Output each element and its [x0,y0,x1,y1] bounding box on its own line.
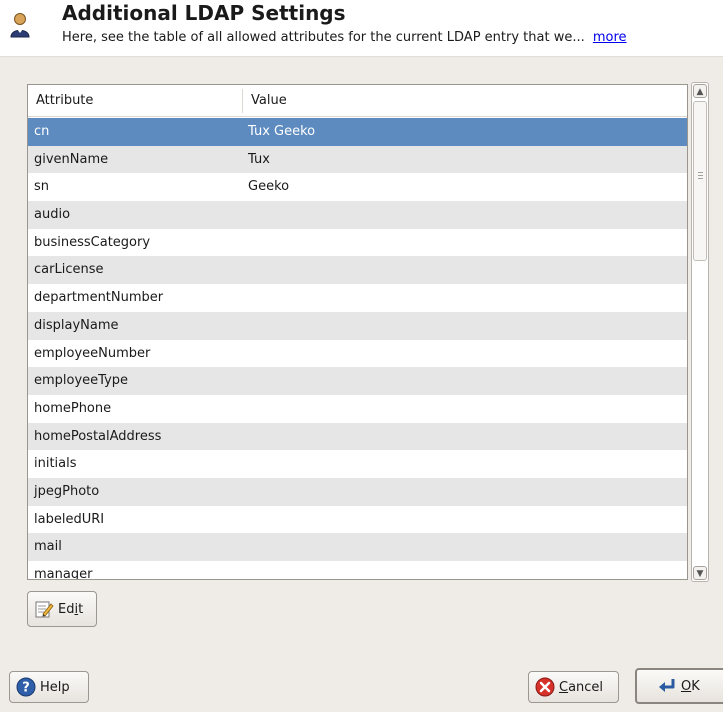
scroll-up-button[interactable]: ▲ [693,84,707,98]
cell-attribute: homePostalAddress [34,428,162,444]
subtitle-text: Here, see the table of all allowed attri… [62,30,585,45]
edit-button[interactable]: Edit [27,591,97,627]
page-title: Additional LDAP Settings [62,1,346,25]
ok-label-mnemonic: O [681,678,692,694]
cell-attribute: displayName [34,317,119,333]
grip-icon [698,172,703,173]
scroll-down-button[interactable]: ▼ [693,566,707,580]
help-button-label: Help [40,679,70,695]
cell-attribute: sn [34,179,50,195]
help-icon: ? [16,677,36,697]
user-icon [9,12,31,38]
ok-return-icon [657,676,677,696]
page-subtitle: Here, see the table of all allowed attri… [62,30,627,45]
table-row[interactable]: carLicense [28,256,687,285]
table-row[interactable]: manager [28,561,687,580]
cancel-button[interactable]: Cancel [528,671,619,703]
attribute-table[interactable]: Attribute Value cn Tux Geeko givenName Tux s… [27,84,688,580]
vertical-scrollbar[interactable]: ▲ ▼ [691,82,709,582]
cancel-button-label: Cancel [559,680,603,695]
more-link[interactable]: more [593,30,627,45]
table-row[interactable]: labeledURI [28,505,687,534]
table-row[interactable]: mail [28,533,687,561]
table-row[interactable]: businessCategory [28,228,687,257]
table-row[interactable]: jpegPhoto [28,477,687,506]
cell-attribute: initials [34,456,77,472]
dialog-header: Additional LDAP Settings Here, see the t… [0,0,723,57]
cell-attribute: cn [34,124,50,139]
table-row[interactable]: cn Tux Geeko [28,118,687,146]
cell-attribute: businessCategory [34,234,151,250]
table-row[interactable]: departmentNumber [28,284,687,312]
table-row[interactable]: audio [28,201,687,229]
cell-attribute: carLicense [34,262,104,278]
edit-label-post: t [78,601,84,617]
cell-attribute: jpegPhoto [34,483,100,499]
table-body: cn Tux Geeko givenName Tux sn Geeko audio busin… [28,118,687,580]
column-header-attribute[interactable]: Attribute [36,93,93,108]
column-separator[interactable] [242,89,243,113]
svg-text:?: ? [22,681,30,696]
cell-attribute: employeeNumber [34,345,151,361]
table-header: Attribute Value [28,85,687,117]
cancel-label-mnemonic: C [559,679,569,695]
cancel-icon [535,677,555,697]
edit-pencil-icon [34,599,54,619]
table-row[interactable]: givenName Tux [28,145,687,174]
help-button[interactable]: ? Help [9,671,89,703]
table-row[interactable]: sn Geeko [28,173,687,202]
ok-label-post: K [691,678,700,694]
cell-attribute: mail [34,539,62,555]
ok-button[interactable]: OK [635,668,723,704]
ok-button-label: OK [681,679,700,694]
edit-label-pre: Ed [58,601,75,617]
cell-attribute: labeledURI [34,511,105,527]
table-row[interactable]: displayName [28,311,687,340]
cell-attribute: employeeType [34,373,129,389]
cancel-label-post: ancel [568,679,604,695]
table-row[interactable]: initials [28,450,687,478]
table-row[interactable]: homePostalAddress [28,422,687,451]
cell-attribute: givenName [34,151,109,167]
cell-attribute: departmentNumber [34,290,164,306]
cell-attribute: manager [34,567,93,580]
column-header-value[interactable]: Value [251,93,287,108]
edit-button-label: Edit [58,602,83,617]
table-row[interactable]: employeeNumber [28,339,687,368]
cell-attribute: homePhone [34,400,112,416]
table-row[interactable]: employeeType [28,367,687,395]
scroll-thumb[interactable] [693,101,707,261]
cell-value: Tux [248,151,270,167]
cell-value: Geeko [248,179,290,195]
table-row[interactable]: homePhone [28,394,687,423]
cell-value: Tux Geeko [248,124,316,139]
cell-attribute: audio [34,207,71,223]
